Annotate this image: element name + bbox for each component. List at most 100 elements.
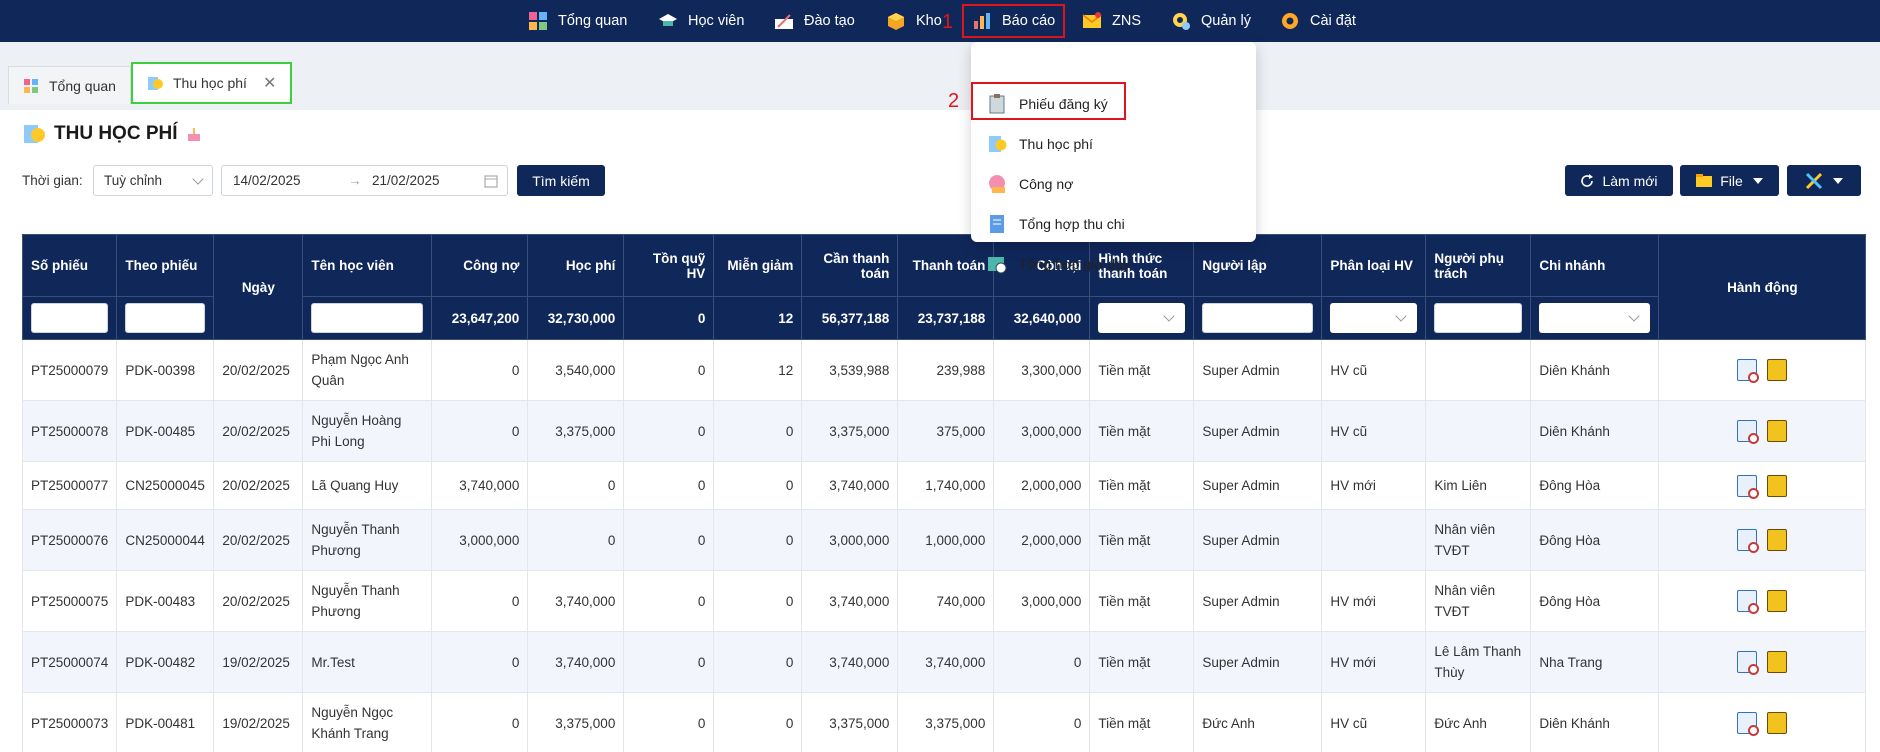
receipt-icon[interactable]	[1767, 590, 1788, 613]
refresh-button[interactable]: Làm mới	[1565, 165, 1673, 196]
col-header[interactable]: Công nợ	[431, 234, 529, 297]
search-button[interactable]: Tìm kiếm	[517, 165, 605, 196]
col-header[interactable]: Người phụ trách	[1425, 234, 1532, 297]
nav-label: Học viên	[688, 13, 745, 29]
table-cell: 0	[527, 461, 625, 510]
table-cell: 0	[993, 692, 1091, 752]
gear-person-icon	[1171, 11, 1191, 31]
student-name-filter-input[interactable]	[311, 303, 424, 333]
col-header[interactable]: Học phí	[527, 234, 625, 297]
view-detail-icon[interactable]	[1737, 712, 1760, 737]
arrow-icon: →	[348, 173, 362, 188]
view-detail-icon[interactable]	[1737, 420, 1760, 445]
view-detail-icon[interactable]	[1737, 529, 1760, 554]
table-row[interactable]: PT25000076 CN25000044 20/02/2025 Nguyễn Tha…	[21, 509, 1867, 571]
col-header[interactable]: Chi nhánh	[1530, 234, 1660, 297]
receipt-icon[interactable]	[1767, 420, 1788, 443]
table-cell: Tiền mặt	[1089, 461, 1195, 510]
menu-item-teaching-hours[interactable]: Tổng hợp giờ dạy	[987, 250, 1130, 278]
receipt-icon[interactable]	[1767, 712, 1788, 735]
table-cell: PT25000074	[21, 631, 118, 693]
tab-tuition[interactable]: Thu học phí ✕	[131, 62, 293, 104]
receipt-icon[interactable]	[1767, 529, 1788, 552]
col-header[interactable]: Thanh toán	[897, 234, 995, 297]
col-header[interactable]: Phân loại HV	[1321, 234, 1427, 297]
col-header[interactable]: Theo phiếu	[116, 234, 215, 297]
date-to: 21/02/2025	[372, 173, 440, 188]
table-cell: 0	[713, 509, 803, 571]
table-cell: 0	[431, 339, 529, 401]
nav-item-management[interactable]: Quản lý	[1171, 6, 1251, 36]
col-header[interactable]: Ngày	[213, 234, 304, 340]
col-header[interactable]: Số phiếu	[21, 234, 118, 297]
view-detail-icon[interactable]	[1737, 651, 1760, 676]
col-header[interactable]: Người lập	[1193, 234, 1323, 297]
view-detail-icon[interactable]	[1737, 474, 1760, 499]
table-cell: Super Admin	[1193, 461, 1323, 510]
col-header[interactable]: Tồn quỹ HV	[623, 234, 715, 297]
close-icon[interactable]: ✕	[263, 73, 276, 93]
table-cell: Đông Hòa	[1530, 570, 1660, 632]
table-cell: Nguyễn Thanh Phương	[302, 509, 433, 571]
dashboard-icon	[23, 78, 39, 94]
tuition-icon	[22, 122, 46, 146]
tools-button[interactable]	[1787, 165, 1861, 196]
table-cell: 3,375,000	[527, 692, 625, 752]
view-detail-icon[interactable]	[1737, 590, 1760, 615]
table-cell: 3,540,000	[527, 339, 625, 401]
creator-filter-input[interactable]	[1202, 303, 1314, 333]
nav-item-overview[interactable]: Tổng quan	[528, 6, 627, 36]
table-cell: Lã Quang Huy	[302, 461, 433, 510]
col-header[interactable]: Cần thanh toán	[801, 234, 899, 297]
menu-item-tuition[interactable]: Thu học phí	[987, 130, 1093, 158]
filter-cell	[1193, 296, 1323, 340]
envelope-icon	[1082, 11, 1102, 31]
receipt-icon[interactable]	[1767, 651, 1788, 674]
table-row[interactable]: PT25000075 PDK-00483 20/02/2025 Nguyễn Than…	[21, 570, 1867, 632]
by-form-filter-input[interactable]	[125, 303, 206, 333]
branch-filter-select[interactable]	[1539, 303, 1651, 333]
student-type-filter-select[interactable]	[1330, 303, 1418, 333]
menu-item-debt[interactable]: Công nợ	[987, 170, 1073, 198]
table-cell: 3,740,000	[527, 570, 625, 632]
step-number-1: 1	[942, 11, 954, 33]
table-cell: PT25000073	[21, 692, 118, 752]
tuition-icon	[147, 75, 163, 91]
menu-item-label: Công nợ	[1019, 176, 1074, 192]
nav-item-training[interactable]: Đào tạo	[774, 6, 855, 36]
table-cell: PDK-00482	[116, 631, 215, 693]
nav-item-zns[interactable]: ZNS	[1082, 6, 1141, 36]
table-row[interactable]: PT25000077 CN25000045 20/02/2025 Lã Quang H…	[21, 461, 1867, 510]
action-cell	[1658, 509, 1867, 571]
assignee-filter-input[interactable]	[1434, 303, 1523, 333]
action-cell	[1658, 461, 1867, 510]
table-row[interactable]: PT25000074 PDK-00482 19/02/2025 Mr.Test 0 3,7…	[21, 631, 1867, 693]
table-row[interactable]: PT25000078 PDK-00485 20/02/2025 Nguyễn Hoàn…	[21, 400, 1867, 462]
date-range-picker[interactable]: 14/02/2025 → 21/02/2025	[221, 165, 508, 196]
table-cell: 375,000	[897, 400, 995, 462]
nav-item-settings[interactable]: Cài đặt	[1280, 6, 1356, 36]
receipt-no-filter-input[interactable]	[31, 303, 109, 333]
period-select[interactable]: Tuỳ chỉnh	[93, 165, 213, 196]
table-cell: HV cũ	[1321, 400, 1427, 462]
receipt-icon[interactable]	[1767, 359, 1788, 382]
tab-overview[interactable]: Tổng quan	[8, 66, 131, 104]
calendar-icon[interactable]	[484, 174, 498, 188]
payment-method-filter-select[interactable]	[1098, 303, 1186, 333]
table-row[interactable]: PT25000079 PDK-00398 20/02/2025 Phạm Ngọc A…	[21, 339, 1867, 401]
receipt-icon[interactable]	[1767, 474, 1788, 497]
col-header[interactable]: Miễn giảm	[713, 234, 803, 297]
nav-item-warehouse[interactable]: Kho	[886, 6, 942, 36]
col-header[interactable]: Tên học viên	[302, 234, 433, 297]
menu-item-income-expense[interactable]: Tổng hợp thu chi	[987, 210, 1125, 238]
table-row[interactable]: PT25000073 PDK-00481 19/02/2025 Nguyễn Ngọc…	[21, 692, 1867, 752]
table-cell: 3,000,000	[993, 570, 1091, 632]
action-cell	[1658, 339, 1867, 401]
nav-item-students[interactable]: Học viên	[658, 6, 744, 36]
table-cell: Nguyễn Ngọc Khánh Trang	[302, 692, 433, 752]
nav-item-reports[interactable]: Báo cáo	[962, 4, 1066, 38]
table-cell: 20/02/2025	[213, 570, 304, 632]
view-detail-icon[interactable]	[1737, 359, 1760, 384]
file-button[interactable]: File	[1680, 165, 1779, 196]
table-cell: Super Admin	[1193, 400, 1323, 462]
